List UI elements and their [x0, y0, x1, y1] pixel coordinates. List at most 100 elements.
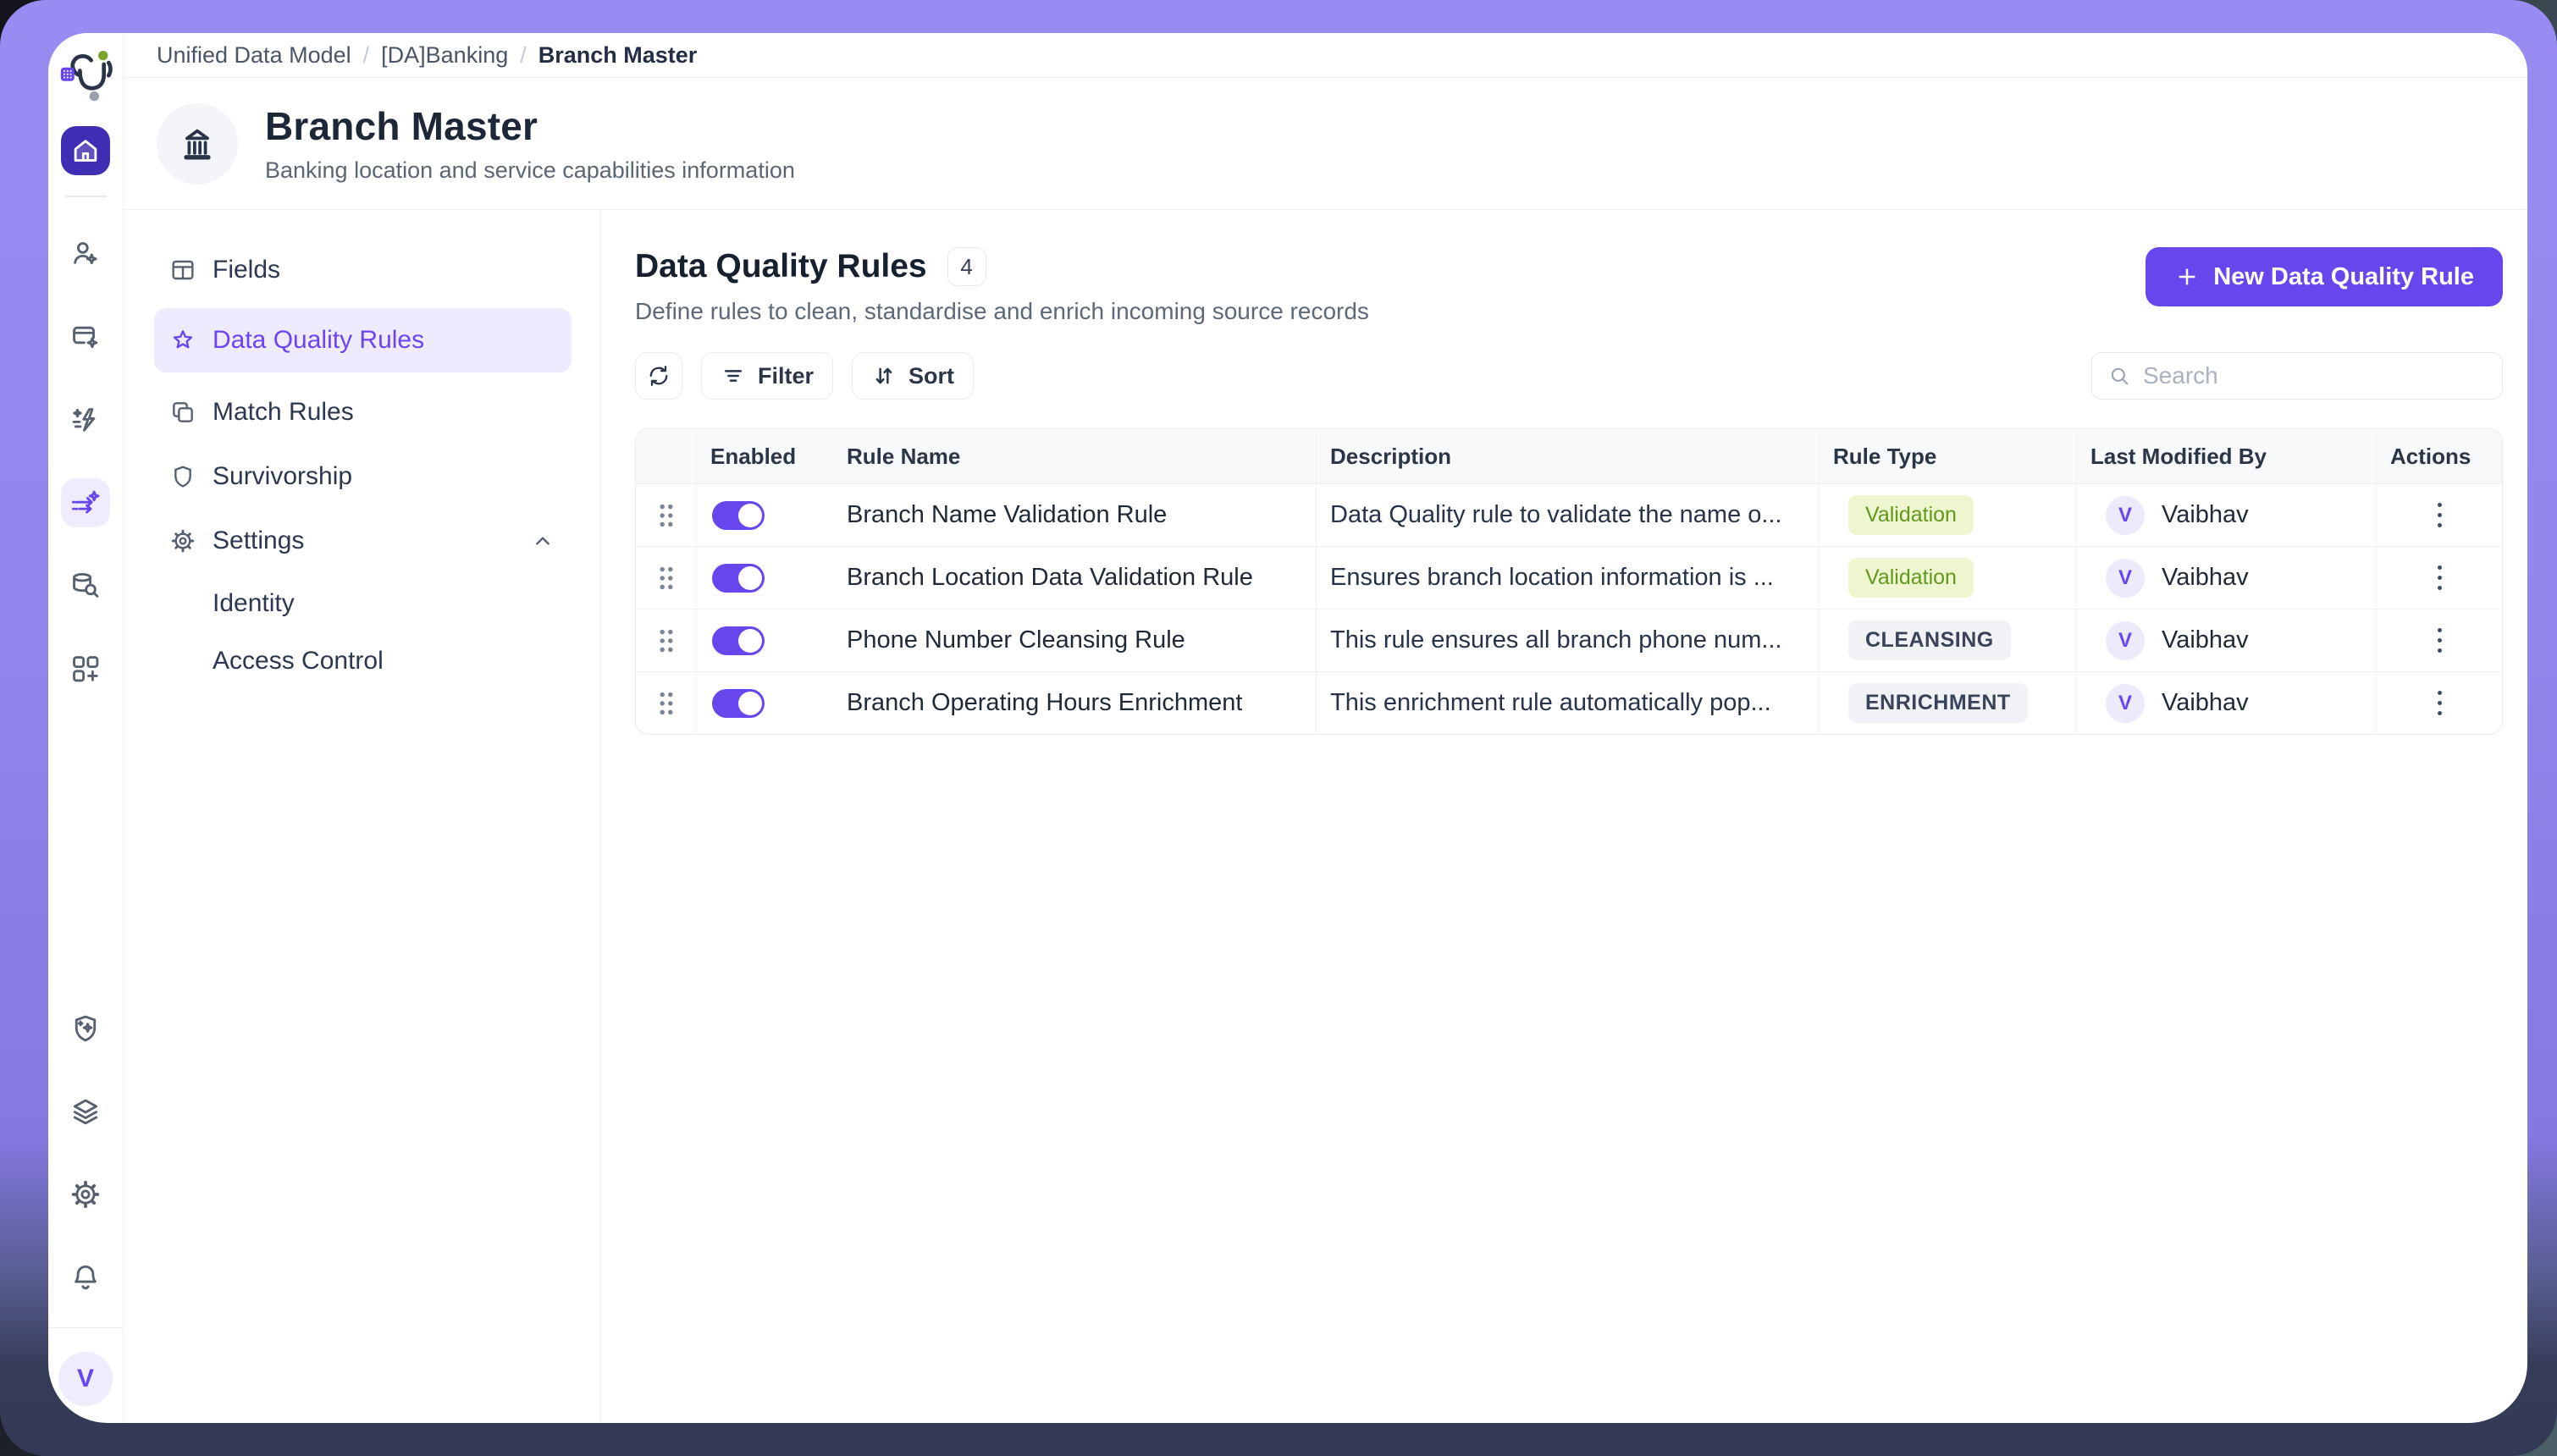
row-actions-menu-button[interactable] [2426, 620, 2454, 661]
column-header-actions: Actions [2377, 429, 2502, 483]
home-button[interactable] [61, 126, 110, 175]
table-row: Phone Number Cleansing Rule This rule en… [636, 609, 2502, 671]
data-explorer-button[interactable] [61, 561, 110, 610]
table-header-row: Enabled Rule Name Description Rule Type … [636, 429, 2502, 483]
drag-handle[interactable] [656, 627, 677, 654]
rail-footer-divider [48, 1327, 123, 1328]
drag-handle[interactable] [656, 502, 677, 529]
gear-icon [169, 527, 196, 554]
row-actions-menu-button[interactable] [2426, 494, 2454, 536]
rule-name[interactable]: Branch Operating Hours Enrichment [842, 689, 1242, 717]
rail-footer: V [48, 1302, 123, 1406]
modifier-name: Vaibhav [2162, 564, 2249, 592]
search-input[interactable] [2143, 362, 2487, 389]
rule-description: This enrichment rule automatically pop..… [1330, 689, 1771, 717]
sort-button[interactable]: Sort [852, 352, 974, 400]
bank-icon [176, 123, 218, 165]
flow-sparkle-icon [69, 487, 102, 519]
table-row: Branch Operating Hours Enrichment This e… [636, 671, 2502, 734]
cards-ai-button[interactable] [61, 312, 110, 361]
drag-column-header [636, 429, 697, 483]
search-icon [2107, 364, 2131, 388]
modifier-avatar: V [2106, 559, 2145, 598]
refresh-button[interactable] [635, 352, 682, 400]
home-icon [69, 135, 102, 167]
column-header-rule-type: Rule Type [1820, 429, 2077, 483]
modifier-avatar: V [2106, 684, 2145, 723]
table-icon [169, 256, 196, 284]
rule-type-badge: Validation [1848, 558, 1974, 598]
page-subtitle: Banking location and service capabilitie… [265, 157, 795, 184]
subnav-item-access-control[interactable]: Access Control [154, 637, 572, 686]
content-row: Fields Data Quality Rules Match Rules [124, 210, 2527, 1423]
subnav-item-match-rules[interactable]: Match Rules [154, 386, 572, 438]
automation-button[interactable] [61, 395, 110, 444]
column-header-description: Description [1316, 429, 1820, 483]
new-data-quality-rule-button[interactable]: New Data Quality Rule [2146, 247, 2503, 306]
subnav-item-fields[interactable]: Fields [154, 244, 572, 296]
star-icon [169, 327, 196, 354]
modifier-name: Vaibhav [2162, 626, 2249, 654]
app-content: Unified Data Model / [DA]Banking / Branc… [124, 33, 2527, 1423]
table-toolbar: Filter Sort [635, 352, 2503, 400]
subnav-item-label: Access Control [213, 647, 384, 676]
rule-name[interactable]: Branch Name Validation Rule [842, 501, 1167, 529]
bell-icon [69, 1261, 102, 1293]
copy-icon [169, 399, 196, 426]
section-header: Data Quality Rules 4 Define rules to cle… [635, 247, 2503, 325]
pipelines-button[interactable] [61, 478, 110, 527]
breadcrumb-separator: / [363, 42, 370, 69]
zap-sparkle-icon [69, 404, 102, 436]
column-header-rule-name: Rule Name [828, 429, 1316, 483]
settings-rail-button[interactable] [61, 1170, 110, 1219]
drag-handle[interactable] [656, 690, 677, 717]
app-logo-icon[interactable] [58, 47, 113, 109]
new-rule-button-label: New Data Quality Rule [2213, 263, 2474, 291]
rule-description: Data Quality rule to validate the name o… [1330, 501, 1782, 529]
enabled-toggle[interactable] [712, 501, 765, 530]
filter-icon [721, 363, 746, 389]
row-actions-menu-button[interactable] [2426, 557, 2454, 598]
rule-description: This rule ensures all branch phone num..… [1330, 626, 1782, 654]
filter-button[interactable]: Filter [701, 352, 833, 400]
breadcrumb-item-udm[interactable]: Unified Data Model [157, 42, 351, 69]
subnav-item-label: Fields [213, 256, 280, 284]
page-header: Branch Master Banking location and servi… [124, 78, 2527, 210]
subnav-item-survivorship[interactable]: Survivorship [154, 450, 572, 503]
layers-button[interactable] [61, 1087, 110, 1136]
app-window: V Unified Data Model / [DA]Banking / Bra… [48, 33, 2527, 1423]
refresh-icon [646, 363, 671, 389]
enabled-toggle[interactable] [712, 626, 765, 655]
notifications-button[interactable] [61, 1253, 110, 1302]
subnav-item-label: Data Quality Rules [213, 326, 424, 355]
section-subtitle: Define rules to clean, standardise and e… [635, 298, 1369, 325]
governance-button[interactable] [61, 1004, 110, 1053]
user-avatar[interactable]: V [58, 1352, 113, 1406]
apps-button[interactable] [61, 644, 110, 693]
shield-sparkle-icon [69, 1012, 102, 1045]
rule-name[interactable]: Branch Location Data Validation Rule [842, 564, 1253, 592]
rule-name[interactable]: Phone Number Cleansing Rule [842, 626, 1185, 654]
drag-handle[interactable] [656, 565, 677, 592]
modifier-name: Vaibhav [2162, 501, 2249, 529]
page-title: Branch Master [265, 103, 795, 149]
users-ai-button[interactable] [61, 229, 110, 279]
chevron-up-icon [529, 527, 556, 554]
database-search-icon [69, 570, 102, 602]
column-header-enabled: Enabled [697, 429, 828, 483]
row-actions-menu-button[interactable] [2426, 682, 2454, 724]
rule-type-badge: CLEANSING [1848, 620, 2011, 660]
subnav-item-data-quality-rules[interactable]: Data Quality Rules [154, 308, 572, 372]
breadcrumb: Unified Data Model / [DA]Banking / Branc… [124, 33, 2527, 78]
rule-type-badge: ENRICHMENT [1848, 683, 2028, 723]
subnav-item-identity[interactable]: Identity [154, 579, 572, 628]
rail-nav-bottom [61, 1004, 110, 1302]
breadcrumb-item-banking[interactable]: [DA]Banking [381, 42, 508, 69]
enabled-toggle[interactable] [712, 689, 765, 718]
breadcrumb-item-current: Branch Master [538, 42, 698, 69]
subnav-item-settings[interactable]: Settings [154, 515, 572, 567]
card-sparkle-icon [69, 321, 102, 353]
table-row: Branch Name Validation Rule Data Quality… [636, 483, 2502, 546]
sort-icon [871, 363, 897, 389]
enabled-toggle[interactable] [712, 564, 765, 593]
